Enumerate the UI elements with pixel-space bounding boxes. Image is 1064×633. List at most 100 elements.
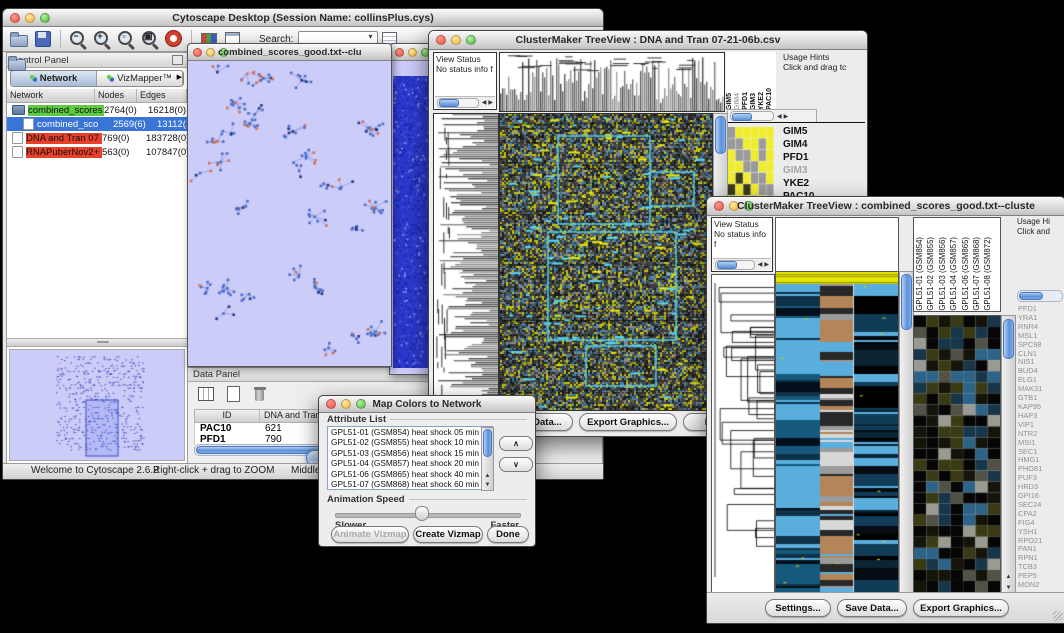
scroll-up-icon[interactable]: ▲ [1002,572,1015,582]
treeview1-titlebar[interactable]: ClusterMaker TreeView : DNA and Tran 07-… [429,31,867,50]
close-button[interactable] [10,13,20,23]
network-table-row[interactable]: combined_sco 2569(6) 13112(15) [7,117,187,131]
network-table-row[interactable]: DNA and Tran 07 769(0) 183728(0) [7,131,187,145]
row-dendrogram[interactable] [711,274,775,594]
settings-button[interactable]: Settings... [765,599,831,617]
gene-label[interactable]: PFD1 [783,151,815,164]
resize-grip[interactable] [1053,611,1063,621]
scroll-down-icon[interactable]: ▼ [482,480,493,490]
dialog-title: Map Colors to Network [349,399,505,410]
view-status-scrollbar[interactable]: ◀▶ [713,258,771,270]
tab[interactable]: Network [11,71,97,86]
array-label[interactable]: GIM3 [750,93,758,110]
dialog-titlebar[interactable]: Map Colors to Network [319,396,535,413]
zoom-out-icon[interactable]: − [68,29,88,49]
tab-overflow-icon[interactable]: ▶ [177,73,182,81]
float-panel-icon[interactable] [172,55,183,65]
usage-hints-label: Usage Hints [783,52,865,62]
attribute-item[interactable]: GPL51-03 (GSM856) heat shock 15 min [331,448,492,458]
column-dendrogram[interactable] [499,52,725,112]
array-label[interactable]: PFD1 [742,92,750,110]
treeview2-title: ClusterMaker TreeView : combined_scores_… [737,200,1035,212]
usage-hints-box: Usage Hints Click and drag tc [783,52,865,72]
animate-vizmap-button[interactable]: Animate Vizmap [331,526,409,543]
gene-list-hscrollbar[interactable] [1017,290,1063,302]
close-button[interactable] [714,201,724,211]
slider-thumb[interactable] [415,506,429,521]
export-graphics-button[interactable]: Export Graphics... [913,599,1009,617]
view-status-label: View Status [714,219,770,229]
zoom-vscrollbar[interactable]: ▲ ▼ [1001,315,1016,595]
global-hscrollbar[interactable]: ◀▶ [727,109,817,123]
gene-label[interactable]: MON2 [1018,581,1062,590]
scroll-arrows-icon[interactable]: ◀▶ [482,98,495,108]
help-lifesaver-icon[interactable] [164,29,184,49]
export-graphics-button[interactable]: Export Graphics... [579,413,677,431]
gene-label[interactable]: GIM3 [783,164,815,177]
save-session-icon[interactable] [33,29,53,49]
view-status-box: View Status No status info f ◀▶ [433,52,497,110]
heatmap-global-view[interactable] [499,113,713,411]
network-window-titlebar[interactable]: combined_scores_good.txt--cluste... [188,44,391,61]
select-attributes-icon[interactable] [196,384,216,404]
network-item-icon [12,105,25,115]
heatmap-zoom-view[interactable] [728,127,774,207]
row-dendrogram[interactable] [433,113,499,411]
close-button[interactable] [395,48,404,57]
view-status-scrollbar[interactable]: ◀▶ [435,96,495,108]
array-label[interactable]: GPL51-06 (GSM865) [960,237,971,311]
close-button[interactable] [326,399,336,409]
array-label[interactable]: GPL51-08 (GSM872) [982,237,993,311]
attribute-list-scrollbar[interactable]: ▲ ▼ [481,427,494,491]
animation-speed-label: Animation Speed [327,494,405,505]
heatmap-global-view[interactable] [775,271,899,593]
treeview2-titlebar[interactable]: ClusterMaker TreeView : combined_scores_… [707,197,1064,216]
gene-label[interactable]: YKE2 [783,177,815,190]
attribute-item[interactable]: GPL51-04 (GSM857) heat shock 20 min [331,458,492,468]
scroll-arrows-icon[interactable]: ◀▶ [758,260,771,270]
create-vizmap-button[interactable]: Create Vizmap [413,526,483,543]
move-down-button[interactable]: ∨ [499,457,533,472]
array-label[interactable]: GPL51-03 (GSM856) [937,237,948,311]
array-label[interactable]: GPL51-04 (GSM857) [948,237,959,311]
array-label[interactable]: YKE2 [758,92,766,110]
open-session-icon[interactable] [9,29,29,49]
array-label[interactable]: GIM4 [734,93,742,110]
cytoscape-titlebar[interactable]: Cytoscape Desktop (Session Name: collins… [3,9,603,27]
heatmap-zoom-view[interactable] [913,315,1001,593]
network-canvas[interactable] [188,61,389,365]
minimize-button[interactable] [408,48,417,57]
save-data-button[interactable]: Save Data... [837,599,907,617]
network-table-header[interactable]: Network Nodes Edges [7,89,187,103]
move-up-button[interactable]: ∧ [499,436,533,451]
new-attribute-icon[interactable] [223,384,243,404]
gene-label[interactable]: GIM5 [783,125,815,138]
done-button[interactable]: Done [487,526,529,543]
panel-splitter[interactable] [7,338,187,347]
array-label[interactable]: GPL51-07 (GSM868) [971,237,982,311]
scroll-arrows-icon[interactable]: ◀▶ [777,113,790,120]
array-label[interactable]: GIM5 [726,93,734,110]
network-table-row[interactable]: RNAPuberNov2+ 563(0) 107847(0) [7,145,187,159]
attribute-item[interactable]: GPL51-02 (GSM855) heat shock 10 min [331,437,492,447]
attribute-list[interactable]: GPL51-01 (GSM854) heat shock 05 minGPL51… [327,426,493,490]
network-table-row[interactable]: combined_scores 2764(0) 16218(0) [7,103,187,117]
delete-attribute-icon[interactable] [250,384,270,404]
attribute-item[interactable]: GPL51-07 (GSM868) heat shock 60 min [331,479,492,489]
attribute-item[interactable]: GPL51-06 (GSM865) heat shock 40 min [331,469,492,479]
heatmap-vscrollbar[interactable] [899,271,914,593]
zoom-in-icon[interactable]: + [92,29,112,49]
array-label[interactable]: PAC10 [766,88,774,110]
array-label[interactable]: GPL51-01 (GSM854) [914,237,925,311]
divider [725,122,865,123]
birdseye-view[interactable] [9,349,185,461]
attribute-item[interactable]: GPL51-01 (GSM854) heat shock 05 min [331,427,492,437]
tab[interactable]: VizMapper™ [97,71,183,86]
close-button[interactable] [436,35,446,45]
close-button[interactable] [193,48,202,57]
zoom-fit-icon[interactable]: ▫ [116,29,136,49]
array-label[interactable]: GPL51-02 (GSM855) [925,237,936,311]
zoom-selected-icon[interactable]: ▣ [140,29,160,49]
minimize-button[interactable] [206,48,215,57]
gene-label[interactable]: GIM4 [783,138,815,151]
